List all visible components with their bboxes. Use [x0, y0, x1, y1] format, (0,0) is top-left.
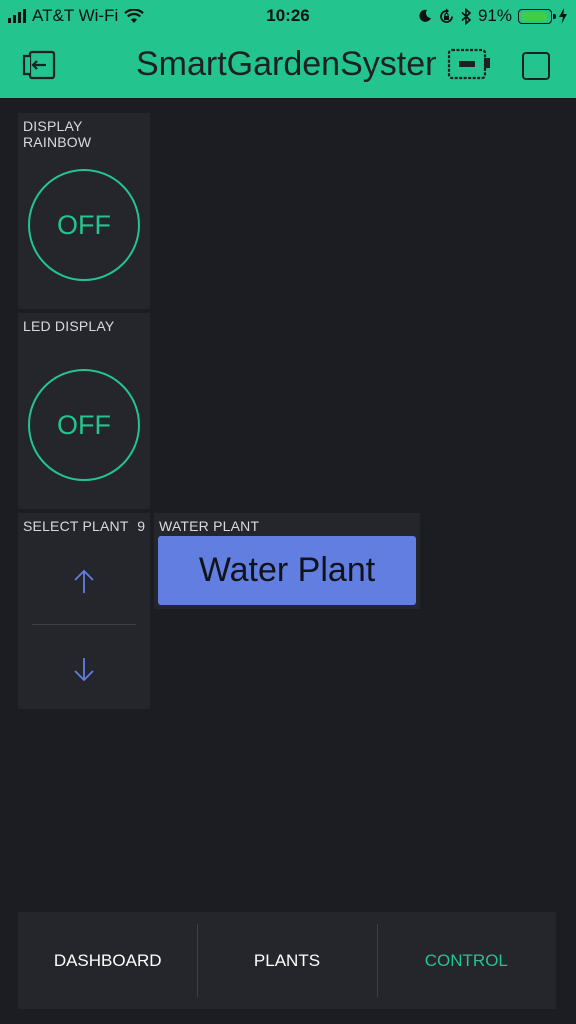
step-up-button[interactable] [68, 566, 100, 598]
display-rainbow-widget: DISPLAY RAINBOW OFF [18, 113, 150, 309]
device-status-button[interactable] [447, 47, 491, 81]
back-button[interactable] [20, 49, 58, 81]
status-left: AT&T Wi-Fi [8, 6, 145, 26]
select-plant-label: SELECT PLANT [23, 518, 129, 534]
select-plant-value: 9 [137, 518, 145, 534]
display-rainbow-label: DISPLAY RAINBOW [23, 118, 92, 150]
status-right: 91% [418, 6, 568, 26]
page-title: SmartGardenSystem [136, 45, 436, 83]
display-rainbow-toggle[interactable]: OFF [28, 169, 140, 281]
battery-icon [518, 8, 556, 24]
arrow-down-icon [74, 658, 94, 682]
charging-bolt-icon [559, 8, 567, 24]
arrow-up-icon [74, 569, 94, 593]
led-display-widget: LED DISPLAY OFF [18, 313, 150, 509]
cellular-signal-icon [8, 9, 26, 23]
tab-dashboard[interactable]: DASHBOARD [18, 912, 197, 1009]
back-arrow-icon [22, 50, 56, 80]
tab-bar: DASHBOARD PLANTS CONTROL [18, 912, 556, 1009]
wifi-icon [124, 8, 145, 23]
status-bar: AT&T Wi-Fi 10:26 91% [0, 0, 576, 32]
rotation-lock-icon [440, 8, 453, 23]
step-down-button[interactable] [68, 653, 100, 685]
square-icon[interactable] [522, 52, 550, 80]
battery-percent: 91% [477, 6, 512, 25]
stepper-divider [32, 624, 136, 625]
carrier-label: AT&T Wi-Fi [32, 6, 119, 25]
led-display-toggle[interactable]: OFF [28, 369, 140, 481]
moon-icon [419, 9, 431, 22]
tab-control[interactable]: CONTROL [376, 912, 556, 1009]
water-plant-button[interactable]: Water Plant [158, 536, 416, 605]
device-icon [447, 48, 490, 80]
select-plant-widget: SELECT PLANT 9 [18, 513, 150, 709]
bluetooth-icon [461, 7, 472, 25]
water-plant-label: WATER PLANT [159, 518, 260, 534]
tab-plants[interactable]: PLANTS [197, 912, 376, 1009]
app-header: SmartGardenSystem [0, 32, 576, 98]
water-plant-widget: WATER PLANT Water Plant [154, 513, 420, 609]
led-display-label: LED DISPLAY [23, 318, 115, 334]
